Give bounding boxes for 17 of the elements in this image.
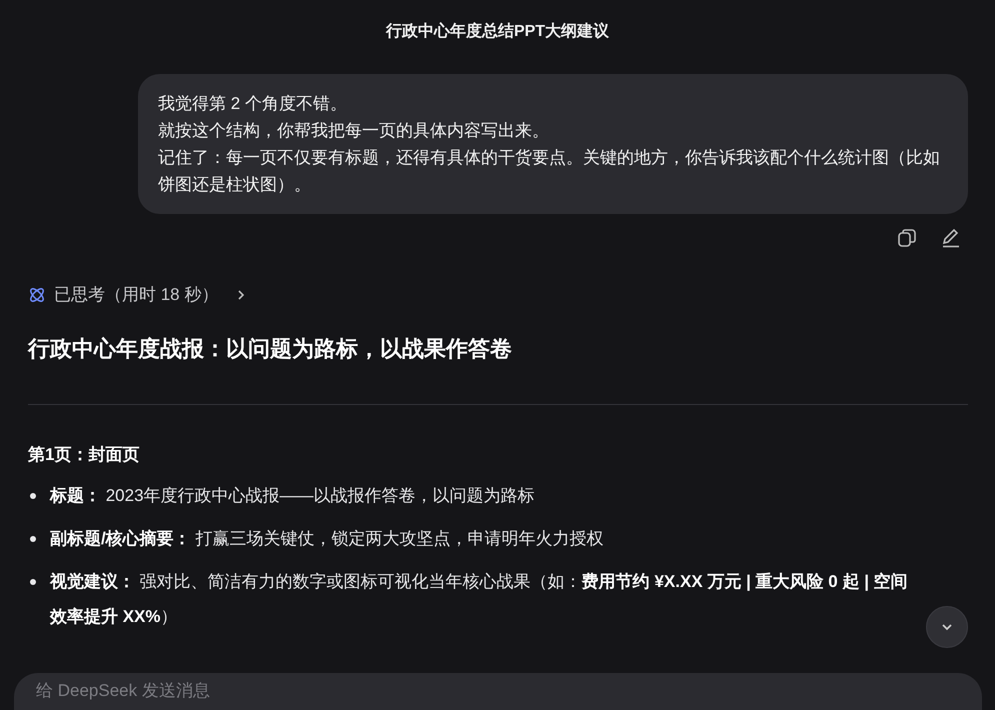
thinking-label: 已思考（用时 18 秒） bbox=[54, 284, 218, 306]
atom-icon bbox=[28, 286, 46, 304]
bullet-dot bbox=[30, 536, 36, 542]
answer-heading: 行政中心年度战报：以问题为路标，以战果作答卷 bbox=[28, 335, 513, 363]
chat-title: 行政中心年度总结PPT大纲建议 bbox=[384, 21, 610, 42]
bullet-text: 副标题/核心摘要： 打赢三场关键仗，锁定两大攻坚点，申请明年火力授权 bbox=[50, 528, 604, 550]
section-title: 第1页：封面页 bbox=[28, 444, 140, 466]
user-message-bubble: 我觉得第 2 个角度不错。 就按这个结构，你帮我把每一页的具体内容写出来。 记住了：每一页不仅要有标题，还得有具体的干货要点。关键的地方，你告诉我该配个什么统计图（比如饼图还是柱状图）。 bbox=[138, 74, 968, 214]
bullet-dot bbox=[30, 493, 36, 499]
copy-icon[interactable] bbox=[897, 228, 917, 248]
thinking-toggle[interactable]: 已思考（用时 18 秒） bbox=[28, 283, 995, 306]
bullet-text: 视觉建议： 强对比、简洁有力的数字或图标可视化当年核心战果（如：费用节约 ¥X.XX 万元 | 重大风险 0 起 | 空间效率提升 XX%） bbox=[50, 571, 909, 628]
message-input[interactable]: 给 DeepSeek 发送消息 bbox=[14, 673, 982, 710]
bullet-text: 标题： 2023年度行政中心战报——以战报作答卷，以问题为路标 bbox=[50, 485, 535, 507]
edit-icon[interactable] bbox=[941, 228, 961, 248]
chevron-down-icon bbox=[940, 622, 954, 632]
bullet-dot bbox=[30, 579, 36, 585]
